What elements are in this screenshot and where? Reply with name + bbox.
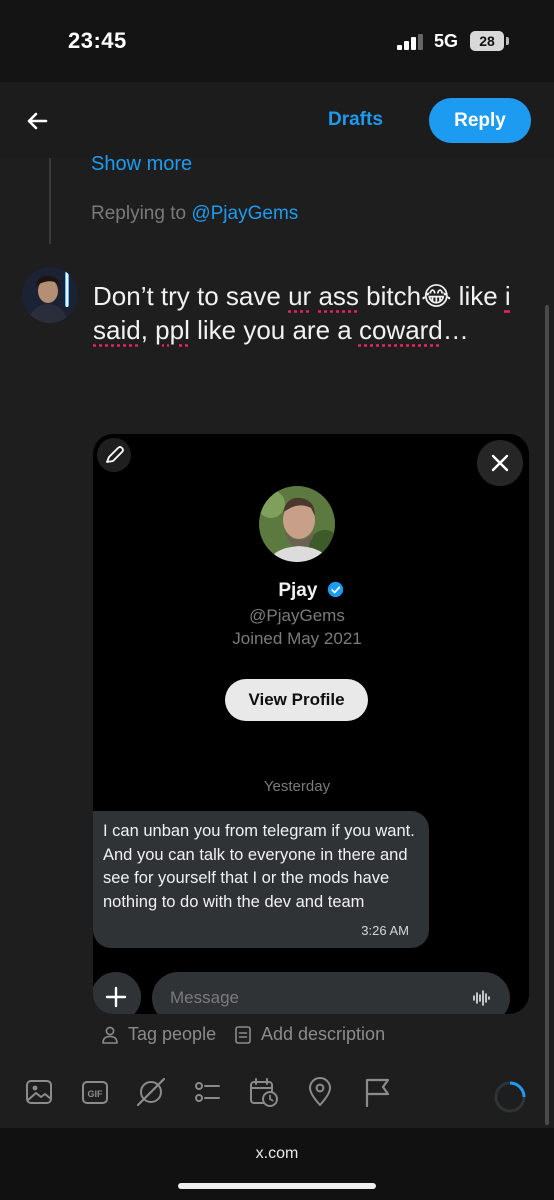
compose-text[interactable]: Don’t try to save ur ass bitch😂 like i s… <box>93 279 538 347</box>
battery-tip <box>506 37 509 45</box>
misspelled-word: said <box>93 315 141 345</box>
signal-icon <box>397 34 423 50</box>
replying-prefix: Replying to <box>91 203 192 224</box>
compose-text-part: 😂 like <box>421 281 505 311</box>
misspelled-word: coward <box>358 315 443 345</box>
replying-to: Replying to @PjayGems <box>91 203 298 225</box>
browser-bar: x.com <box>0 1128 554 1200</box>
message-input: Message <box>152 972 510 1014</box>
compose-header: Drafts Reply <box>0 82 554 158</box>
compose-text-part: like you are a <box>189 315 359 345</box>
profile-avatar <box>259 486 335 562</box>
misspelled-word: ur <box>288 281 312 311</box>
scrollbar[interactable] <box>545 305 549 1125</box>
misspelled-word: ppl <box>155 315 190 345</box>
network-label: 5G <box>434 31 459 51</box>
person-icon <box>102 1026 118 1044</box>
plus-icon <box>93 972 141 1014</box>
message-bubble: I can unban you from telegram if you wan… <box>93 811 429 948</box>
description-icon <box>235 1025 251 1044</box>
message-date: Yesterday <box>263 778 331 795</box>
profile-handle: @PjayGems <box>249 606 345 625</box>
image-icon[interactable] <box>23 1076 55 1108</box>
show-more-link[interactable]: Show more <box>91 153 192 176</box>
reply-button[interactable]: Reply <box>429 98 531 143</box>
browser-url[interactable]: x.com <box>0 1145 554 1163</box>
view-profile-button: View Profile <box>225 679 368 721</box>
svg-text:GIF: GIF <box>88 1089 104 1099</box>
attached-image[interactable]: Pjay @PjayGems Joined May 2021 View Prof… <box>93 434 529 1014</box>
compose-text-part: bitch <box>366 281 422 311</box>
tag-people-label: Tag people <box>128 1024 217 1044</box>
home-indicator[interactable] <box>178 1183 376 1189</box>
compose-toolbar: GIF <box>0 1076 554 1124</box>
flag-icon[interactable] <box>361 1076 393 1108</box>
close-icon[interactable] <box>477 440 523 486</box>
add-description-label: Add description <box>261 1024 386 1044</box>
back-arrow-icon[interactable] <box>20 104 54 138</box>
drafts-button[interactable]: Drafts <box>328 109 383 131</box>
battery-icon: 28 <box>470 31 504 51</box>
profile-joined: Joined May 2021 <box>232 629 362 648</box>
voice-waveform-icon <box>473 990 490 1006</box>
message-text: I can unban you from telegram if you wan… <box>103 822 415 911</box>
character-progress-icon <box>494 1081 526 1113</box>
misspelled-word: ass <box>318 281 359 311</box>
profile-name: Pjay <box>93 580 529 602</box>
status-bar: 23:45 5G 28 <box>0 0 554 82</box>
location-icon[interactable] <box>304 1076 336 1108</box>
tag-people-button[interactable]: Tag people <box>100 1024 216 1045</box>
compose-text-part: Don’t try to save <box>93 281 289 311</box>
schedule-icon[interactable] <box>247 1076 279 1108</box>
compose-text-part: … <box>442 315 469 345</box>
add-description-button[interactable]: Add description <box>233 1024 385 1045</box>
user-avatar[interactable] <box>22 267 78 323</box>
grok-icon[interactable] <box>135 1076 167 1108</box>
thread-line <box>49 158 51 244</box>
compose-text-part: , <box>140 315 156 345</box>
message-placeholder: Message <box>170 988 239 1007</box>
misspelled-word: i <box>504 281 511 311</box>
poll-icon[interactable] <box>191 1076 223 1108</box>
profile-name-text: Pjay <box>278 580 318 601</box>
message-time: 3:26 AM <box>361 923 409 938</box>
verified-badge-icon <box>327 581 343 598</box>
replying-handle[interactable]: @PjayGems <box>191 203 298 224</box>
status-time: 23:45 <box>68 28 127 53</box>
edit-image-icon[interactable] <box>97 438 131 472</box>
gif-icon[interactable]: GIF <box>79 1076 111 1108</box>
